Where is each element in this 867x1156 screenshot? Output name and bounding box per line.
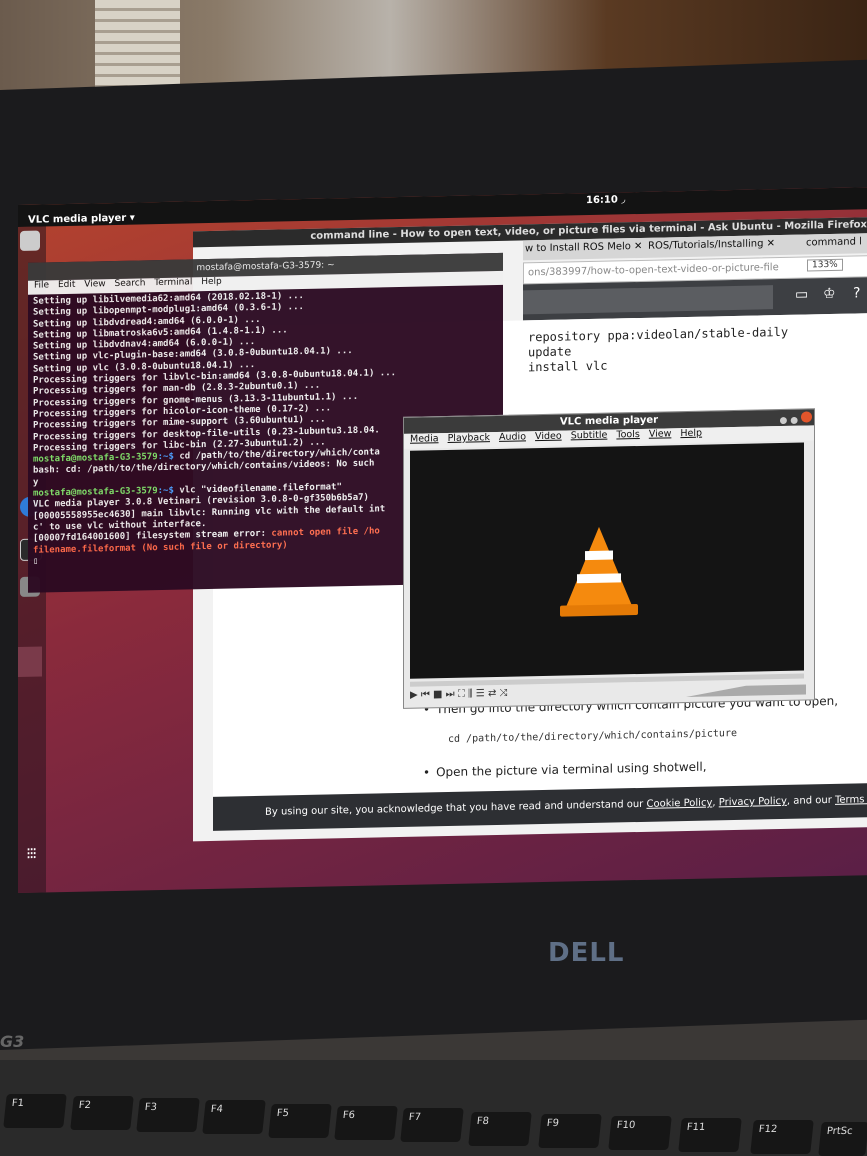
playback-controls[interactable]: ▶ ⏮ ■ ⏭ ⛶ ⫼ ☰ ⇄ ⤨ [410,688,508,701]
menu-edit[interactable]: Edit [58,280,75,290]
key-f2[interactable]: F2 [70,1096,134,1130]
clock[interactable]: 16:10 ◞ [586,194,625,206]
terminal-output: Setting up libilvemedia62:amd64 (2018.02… [33,289,396,568]
maximize-icon[interactable]: ● [790,416,798,426]
key-f1[interactable]: F1 [3,1094,67,1128]
cookie-and: , and our [786,794,835,807]
vlc-menu-tools[interactable]: Tools [616,429,639,440]
volume-slider[interactable] [686,684,806,698]
dell-logo: DELL [548,938,625,968]
code-line: install vlc [528,358,608,375]
bullet-item: Open the picture via terminal using shot… [423,760,706,780]
vlc-menu-video[interactable]: Video [535,431,562,443]
vlc-window[interactable]: VLC media player ● ● Media Playback Audi… [403,408,815,709]
key-f4[interactable]: F4 [202,1100,266,1134]
term-line: y [33,477,39,488]
vlc-menu-media[interactable]: Media [410,433,439,445]
key-f7[interactable]: F7 [400,1108,464,1142]
trophy-icon[interactable]: ♔ [823,286,841,304]
zoom-indicator[interactable]: 133% [807,258,843,272]
active-app-menu[interactable]: VLC media player ▾ [28,213,135,226]
cookie-policy-link[interactable]: Cookie Policy [646,797,712,809]
model-badge: G3 [0,1032,25,1051]
code-cd-picture: cd /path/to/the/directory/which/contains… [448,727,737,745]
cone-base [560,604,638,617]
menu-search[interactable]: Search [114,278,145,289]
cookie-text: By using our site, you acknowledge that … [265,798,647,818]
key-f12[interactable]: F12 [750,1120,814,1154]
vlc-menu-audio[interactable]: Audio [499,431,526,443]
site-search-input[interactable] [523,285,773,315]
menu-view[interactable]: View [84,279,105,289]
key-f11[interactable]: F11 [678,1118,742,1152]
show-applications-icon[interactable]: ⁝⁝⁝ [26,844,35,863]
term-error: cannot open file /ho [271,526,380,539]
key-f3[interactable]: F3 [136,1098,200,1132]
inbox-icon[interactable]: ▭ [795,286,813,304]
minimize-icon[interactable]: ● [780,416,788,426]
cone-stripe [577,573,621,584]
vlc-window-controls: ● ● [780,411,812,426]
vlc-cone-icon [565,526,633,610]
vlc-menu-playback[interactable]: Playback [448,432,490,444]
vlc-video-area[interactable] [410,442,804,679]
privacy-policy-link[interactable]: Privacy Policy [719,796,787,808]
vlc-menu-subtitle[interactable]: Subtitle [571,430,608,442]
menu-terminal[interactable]: Terminal [154,277,192,288]
tab-install-ros[interactable]: w to Install ROS Melo ✕ [525,241,642,254]
trash-icon[interactable] [20,230,40,251]
desktop-screen: VLC media player ▾ 16:10 ◞ ⁝⁝⁝ command l… [18,187,867,893]
key-f8[interactable]: F8 [468,1112,532,1146]
prompt-path: :~$ [157,485,180,497]
code-line: update [528,344,572,360]
code-line: repository ppa:videolan/stable-daily [528,324,789,345]
key-f5[interactable]: F5 [268,1104,332,1138]
url-text[interactable]: ons/383997/how-to-open-text-video-or-pic… [528,262,779,278]
terminal-cursor[interactable]: ▯ [33,556,38,566]
close-icon[interactable] [801,411,812,423]
code-block: repository ppa:videolan/stable-daily upd… [528,325,788,375]
key-f10[interactable]: F10 [608,1116,672,1150]
menu-file[interactable]: File [34,280,49,290]
cone-stripe [585,550,613,561]
vlc-dock-icon[interactable] [18,646,42,677]
menu-help[interactable]: Help [201,277,222,287]
key-f6[interactable]: F6 [334,1106,398,1140]
key-prtsc[interactable]: PrtSc [818,1122,867,1156]
tab-ros-tutorials[interactable]: ROS/Tutorials/Installing ✕ [648,238,775,252]
help-icon[interactable]: ? [853,285,867,303]
key-f9[interactable]: F9 [538,1114,602,1148]
tab-command-line[interactable]: command l [806,236,862,248]
vlc-menu-view[interactable]: View [649,428,672,439]
prompt-path: :~$ [157,451,180,463]
vlc-menu-help[interactable]: Help [680,428,702,439]
terms-link[interactable]: Terms of S [835,794,867,806]
